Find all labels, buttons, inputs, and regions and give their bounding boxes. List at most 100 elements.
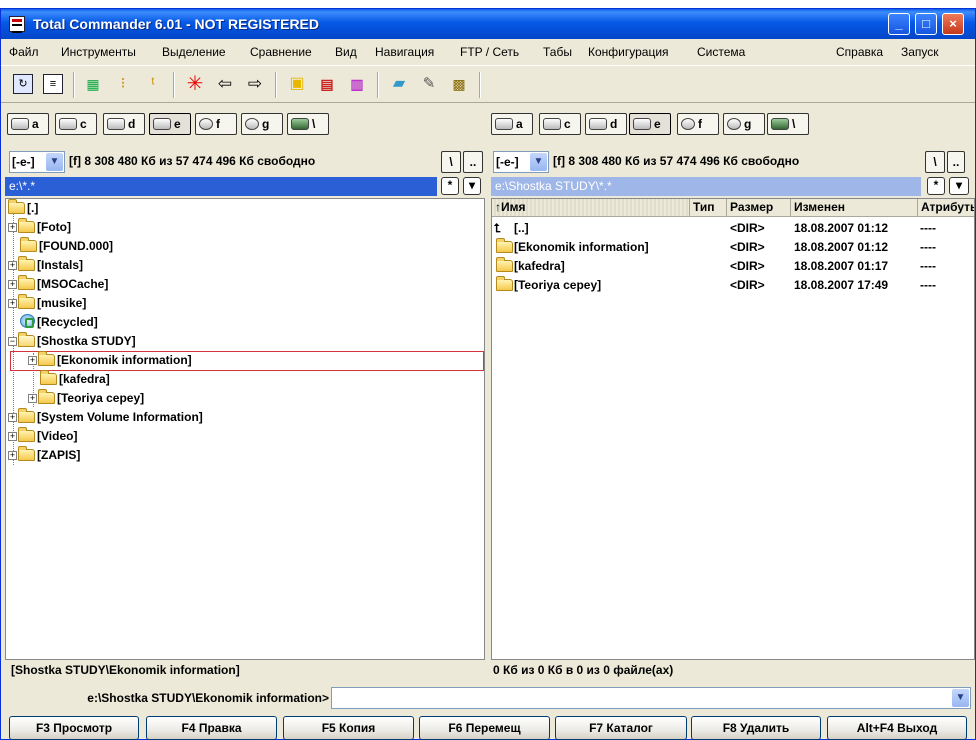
tree-item[interactable]: + [System Volume Information] <box>8 408 203 427</box>
chevron-down-icon[interactable]: ▼ <box>46 153 63 171</box>
tree-item[interactable]: [FOUND.000] <box>20 237 113 256</box>
right-drive-combo[interactable]: [-e-] ▼ <box>493 151 549 173</box>
tree-item[interactable]: + [MSOCache] <box>8 275 108 294</box>
right-path-bar[interactable]: e:\Shostka STUDY\*.* <box>491 177 921 196</box>
tree-item[interactable]: − [Shostka STUDY] <box>8 332 136 351</box>
drive-c-button[interactable]: c <box>539 113 581 135</box>
menu-compare[interactable]: Сравнение <box>250 45 312 59</box>
chevron-down-icon[interactable]: ▼ <box>952 689 969 707</box>
refresh-icon[interactable]: ↻ <box>13 74 33 94</box>
tree-item[interactable]: + [musike] <box>8 294 86 313</box>
menu-view[interactable]: Вид <box>335 45 357 59</box>
f4-edit-button[interactable]: F4 Правка <box>146 716 277 740</box>
expand-icon[interactable]: + <box>8 451 17 460</box>
menu-configuration[interactable]: Конфигурация <box>588 45 669 59</box>
drive-network-button[interactable]: \ <box>767 113 809 135</box>
drive-d-button[interactable]: d <box>585 113 627 135</box>
drive-e-button[interactable]: e <box>149 113 191 135</box>
expand-icon[interactable]: + <box>28 394 37 403</box>
menu-select[interactable]: Выделение <box>162 45 226 59</box>
tree-item[interactable]: + [Video] <box>8 427 77 446</box>
column-header-name[interactable]: ↑Имя <box>492 199 690 217</box>
expand-icon[interactable]: + <box>8 223 17 232</box>
drive-e-button[interactable]: e <box>629 113 671 135</box>
forward-icon[interactable]: ⇨ <box>245 74 265 94</box>
f7-mkdir-button[interactable]: F7 Каталог <box>555 716 687 740</box>
back-icon[interactable]: ⇦ <box>215 74 235 94</box>
cancel-icon[interactable]: ✳ <box>185 74 205 94</box>
edit-icon[interactable]: ✎ <box>419 74 439 94</box>
left-hotlist-button[interactable]: ▾ <box>463 177 481 195</box>
left-up-button[interactable]: .. <box>463 151 483 173</box>
tree-item[interactable]: + [ZAPIS] <box>8 446 80 465</box>
chevron-down-icon[interactable]: ▼ <box>530 153 547 171</box>
right-up-button[interactable]: .. <box>947 151 965 173</box>
f3-view-button[interactable]: F3 Просмотр <box>9 716 139 740</box>
menu-navigation[interactable]: Навигация <box>375 45 434 59</box>
file-row[interactable]: ⮤ [..] <DIR> 18.08.2007 01:12 ---- <box>492 219 974 238</box>
f6-move-button[interactable]: F6 Перемещ <box>419 716 550 740</box>
left-root-button[interactable]: \ <box>441 151 461 173</box>
f5-copy-button[interactable]: F5 Копия <box>283 716 414 740</box>
menu-help[interactable]: Справка <box>836 45 883 59</box>
app-icon[interactable] <box>9 16 25 33</box>
ftp-new-connection-icon[interactable]: ▥ <box>347 74 367 94</box>
column-header-type[interactable]: Тип <box>690 199 727 217</box>
drive-f-button[interactable]: f <box>677 113 719 135</box>
file-row[interactable]: [kafedra] <DIR> 18.08.2007 01:17 ---- <box>492 257 974 276</box>
tree-item[interactable]: [kafedra] <box>40 370 110 389</box>
menu-launch[interactable]: Запуск <box>901 45 939 59</box>
expand-icon[interactable]: + <box>8 432 17 441</box>
column-header-date[interactable]: Изменен <box>791 199 918 217</box>
left-history-button[interactable]: * <box>441 177 459 195</box>
multirename-icon[interactable]: ▩ <box>449 74 469 94</box>
tree-item-selected[interactable]: + [Ekonomik information] <box>28 351 192 370</box>
tree-item[interactable]: + [Instals] <box>8 256 83 275</box>
left-path-bar[interactable]: e:\*.* <box>5 177 437 196</box>
file-row[interactable]: [Ekonomik information] <DIR> 18.08.2007 … <box>492 238 974 257</box>
menu-ftp-network[interactable]: FTP / Сеть <box>460 45 519 59</box>
drive-network-button[interactable]: \ <box>287 113 329 135</box>
right-file-panel[interactable]: ↑Имя Тип Размер Изменен Атрибуты ⮤ [..] … <box>491 198 975 660</box>
collapse-icon[interactable]: − <box>8 337 17 346</box>
drive-a-button[interactable]: a <box>7 113 49 135</box>
right-history-button[interactable]: * <box>927 177 945 195</box>
expand-icon[interactable]: + <box>8 261 17 270</box>
right-root-button[interactable]: \ <box>925 151 945 173</box>
left-drive-combo[interactable]: [-e-] ▼ <box>9 151 65 173</box>
right-hotlist-button[interactable]: ▾ <box>949 177 969 195</box>
drive-g-button[interactable]: g <box>241 113 283 135</box>
close-button[interactable]: × <box>942 13 964 35</box>
file-row[interactable]: [Teoriya cepey] <DIR> 18.08.2007 17:49 -… <box>492 276 974 295</box>
column-header-attributes[interactable]: Атрибуты <box>918 199 974 217</box>
menu-tools[interactable]: Инструменты <box>61 45 136 59</box>
menu-tabs[interactable]: Табы <box>543 45 572 59</box>
tree-item[interactable]: [Recycled] <box>20 313 98 332</box>
tree-item[interactable]: + [Teoriya cepey] <box>28 389 144 408</box>
title-bar[interactable]: Total Commander 6.01 - NOT REGISTERED _ … <box>1 9 975 39</box>
full-view-icon[interactable]: ▦ <box>83 74 103 94</box>
menu-file[interactable]: Файл <box>9 45 39 59</box>
menu-system[interactable]: Система <box>697 45 745 59</box>
pack-icon[interactable]: ▣ <box>287 74 307 94</box>
alt-f4-exit-button[interactable]: Alt+F4 Выход <box>827 716 967 740</box>
command-line-input[interactable]: ▼ <box>331 687 971 709</box>
tree-item[interactable]: [.] <box>8 199 38 218</box>
drive-f-button[interactable]: f <box>195 113 237 135</box>
column-header-size[interactable]: Размер <box>727 199 791 217</box>
maximize-button[interactable]: □ <box>915 13 937 35</box>
brief-view-icon[interactable]: ≡ <box>43 74 63 94</box>
tree-item[interactable]: + [Foto] <box>8 218 71 237</box>
expand-icon[interactable]: + <box>8 280 17 289</box>
drive-g-button[interactable]: g <box>723 113 765 135</box>
drive-d-button[interactable]: d <box>103 113 145 135</box>
drive-c-button[interactable]: c <box>55 113 97 135</box>
left-tree-panel[interactable]: [.] + [Foto] [FOUND.000] + [Instals] + [MSO… <box>5 198 485 660</box>
f8-delete-button[interactable]: F8 Удалить <box>691 716 821 740</box>
drive-a-button[interactable]: a <box>491 113 533 135</box>
expand-icon[interactable]: + <box>8 299 17 308</box>
expand-icon[interactable]: + <box>8 413 17 422</box>
expand-icon[interactable]: + <box>28 356 37 365</box>
thumbnail-icon[interactable]: ᵗ <box>143 74 163 94</box>
tree-view-icon[interactable]: ⁝ <box>113 74 133 94</box>
